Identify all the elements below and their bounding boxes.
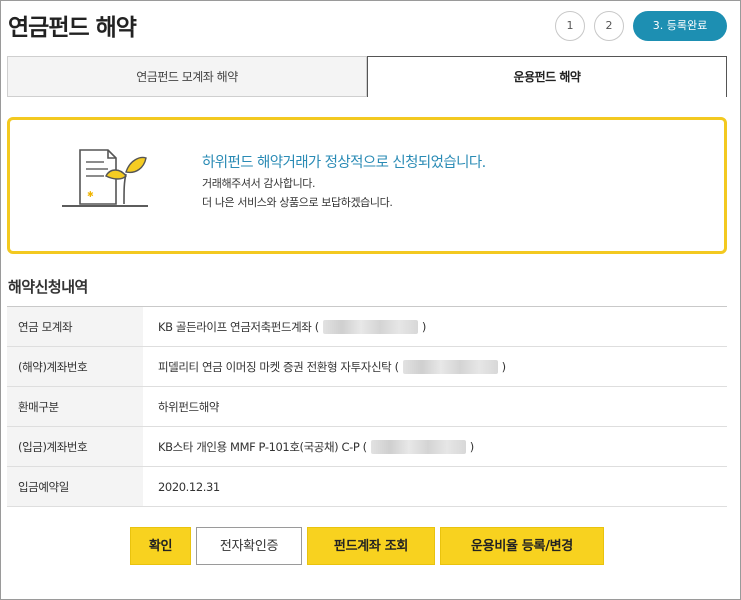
step-3-indicator-active: 3. 등록완료: [633, 11, 727, 41]
row-label: 입금예약일: [7, 466, 143, 507]
completion-notice: ✱ 하위펀드 해약거래가 정상적으로 신청되었습니다. 거래해주셔서 감사합니다…: [7, 117, 727, 254]
svg-text:✱: ✱: [87, 190, 94, 199]
row-value: KB 골든라이프 연금저축펀드계좌 (): [143, 306, 727, 347]
allocation-ratio-button[interactable]: 운용비율 등록/변경: [440, 527, 604, 565]
parent-account-name: KB 골든라이프 연금저축펀드계좌 (: [158, 319, 319, 334]
step-2-indicator: 2: [594, 11, 624, 41]
step-1-indicator: 1: [555, 11, 585, 41]
row-label: (해약)계좌번호: [7, 346, 143, 387]
cancel-fund-name: 피델리티 연금 이머징 마켓 증권 전환형 자투자신탁 (: [158, 359, 399, 374]
notice-service-text: 더 나은 서비스와 상품으로 보답하겠습니다.: [202, 196, 393, 209]
table-row: 연금 모계좌 KB 골든라이프 연금저축펀드계좌 (): [7, 306, 727, 347]
section-title: 해약신청내역: [8, 278, 88, 296]
cancel-details-table: 연금 모계좌 KB 골든라이프 연금저축펀드계좌 () (해약)계좌번호 피델리…: [7, 306, 727, 507]
notice-title: 하위펀드 해약거래가 정상적으로 신청되었습니다.: [202, 155, 486, 171]
confirm-button[interactable]: 확인: [130, 527, 191, 565]
row-label: 환매구분: [7, 386, 143, 427]
deposit-date-value: 2020.12.31: [143, 466, 727, 507]
masked-account-number: [402, 360, 498, 374]
tab-fund-cancel[interactable]: 운용펀드 해약: [367, 56, 727, 97]
table-row: 환매구분 하위펀드해약: [7, 386, 727, 427]
tab-parent-account-cancel[interactable]: 연금펀드 모계좌 해약: [7, 56, 367, 97]
deposit-fund-name: KB스타 개인용 MMF P-101호(국공채) C-P (: [158, 439, 367, 454]
closing-paren: ): [469, 439, 475, 454]
closing-paren: ): [501, 359, 507, 374]
notice-thanks-text: 거래해주셔서 감사합니다.: [202, 177, 316, 190]
redemption-type-value: 하위펀드해약: [143, 386, 727, 427]
row-label: 연금 모계좌: [7, 306, 143, 347]
table-row: (해약)계좌번호 피델리티 연금 이머징 마켓 증권 전환형 자투자신탁 (): [7, 346, 727, 387]
fund-account-lookup-button[interactable]: 펀드계좌 조회: [307, 527, 435, 565]
table-row: 입금예약일 2020.12.31: [7, 466, 727, 507]
e-certificate-button[interactable]: 전자확인증: [196, 527, 302, 565]
masked-account-number: [322, 320, 418, 334]
masked-account-number: [370, 440, 466, 454]
row-value: 피델리티 연금 이머징 마켓 증권 전환형 자투자신탁 (): [143, 346, 727, 387]
document-plant-icon: ✱: [62, 149, 148, 207]
row-value: KB스타 개인용 MMF P-101호(국공채) C-P (): [143, 426, 727, 467]
tab-bar: 연금펀드 모계좌 해약 운용펀드 해약: [7, 56, 727, 97]
page-title: 연금펀드 해약: [8, 15, 137, 41]
table-row: (입금)계좌번호 KB스타 개인용 MMF P-101호(국공채) C-P (): [7, 426, 727, 467]
closing-paren: ): [421, 319, 427, 334]
row-label: (입금)계좌번호: [7, 426, 143, 467]
